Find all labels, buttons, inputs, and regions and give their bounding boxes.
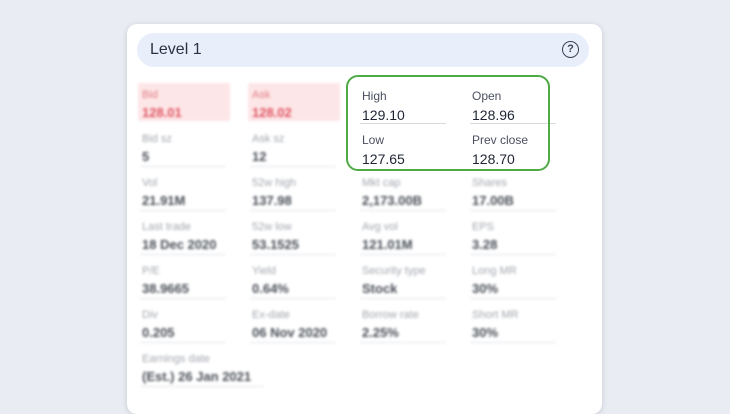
question-circle-icon[interactable]: ? [562,41,579,58]
field-underline [140,298,226,299]
field-value: 30% [472,325,499,340]
field-value: 12 [252,149,267,164]
field-label: Ask sz [252,133,285,145]
earnings-date-field: Earnings date (Est.) 26 Jan 2021 [138,347,268,387]
field-value: Stock [362,281,398,296]
field-value: 3.28 [472,237,498,252]
field-value: 38.9665 [142,281,189,296]
field-label: Bid [142,89,158,101]
field-label: Mkt cap [362,177,401,189]
ex-date-field: Ex-date 06 Nov 2020 [248,303,340,343]
field-underline [250,342,336,343]
field-label: Long MR [472,265,517,277]
field-label: Last trade [142,221,191,233]
dividend-field: Div 0.205 [138,303,230,343]
field-value: 30% [472,281,499,296]
shares-field: Shares 17.00B [468,171,560,211]
field-label: Yield [252,265,277,277]
last-trade-field: Last trade 18 Dec 2020 [138,215,230,255]
ask-size-field: Ask sz 12 [248,127,340,167]
field-value: 2.25% [362,325,399,340]
field-underline [360,210,446,211]
field-label: EPS [472,221,495,233]
field-underline [140,342,226,343]
field-underline [140,386,264,387]
bid-size-field: Bid sz 5 [138,127,230,167]
avg-volume-field: Avg vol 121.01M [358,215,450,255]
field-label: 52w low [252,221,292,233]
field-value: 137.98 [252,193,292,208]
52w-high-field: 52w high 137.98 [248,171,340,211]
yield-field: Yield 0.64% [248,259,340,299]
field-label: Earnings date [142,353,210,365]
panel-header: Level 1 ? [137,33,589,67]
field-label: 52w high [252,177,297,189]
field-label: Short MR [472,309,519,321]
ask-field: Ask 128.02 [248,83,340,121]
field-label: Ex-date [252,309,290,321]
field-value: 18 Dec 2020 [142,237,217,252]
field-value: 17.00B [472,193,514,208]
pe-field: P/E 38.9665 [138,259,230,299]
field-label: Ask [252,89,271,101]
field-label: Avg vol [362,221,398,233]
borrow-rate-field: Borrow rate 2.25% [358,303,450,343]
field-underline [140,210,226,211]
field-underline [470,254,556,255]
field-underline [360,342,446,343]
field-underline [470,210,556,211]
field-underline [140,254,226,255]
field-value: 0.64% [252,281,289,296]
52w-low-field: 52w low 53.1525 [248,215,340,255]
field-value: 128.02 [252,105,292,120]
field-value: 53.1525 [252,237,299,252]
field-underline [360,298,446,299]
field-underline [360,254,446,255]
field-label: Div [142,309,158,321]
field-label: Security type [362,265,426,277]
field-underline [250,166,336,167]
field-label: Shares [472,177,507,189]
field-value: 21.91M [142,193,186,208]
field-value: 06 Nov 2020 [252,325,328,340]
field-value: 0.205 [142,325,175,340]
long-mr-field: Long MR 30% [468,259,560,299]
panel-title: Level 1 [150,41,202,58]
field-underline [250,254,336,255]
bid-field: Bid 128.01 [138,83,230,121]
field-value: 5 [142,149,150,164]
field-value: 2,173.00B [362,193,422,208]
field-value: (Est.) 26 Jan 2021 [142,369,252,384]
field-label: P/E [142,265,160,277]
eps-field: EPS 3.28 [468,215,560,255]
volume-field: Vol 21.91M [138,171,230,211]
short-mr-field: Short MR 30% [468,303,560,343]
field-underline [250,298,336,299]
security-type-field: Security type Stock [358,259,450,299]
field-underline [470,298,556,299]
field-underline [140,166,226,167]
market-cap-field: Mkt cap 2,173.00B [358,171,450,211]
field-value: 128.01 [142,105,182,120]
highlight-outline [346,75,550,171]
field-underline [470,342,556,343]
field-label: Bid sz [142,133,172,145]
field-value: 121.01M [362,237,413,252]
field-underline [250,210,336,211]
field-label: Vol [142,177,158,189]
field-label: Borrow rate [362,309,419,321]
